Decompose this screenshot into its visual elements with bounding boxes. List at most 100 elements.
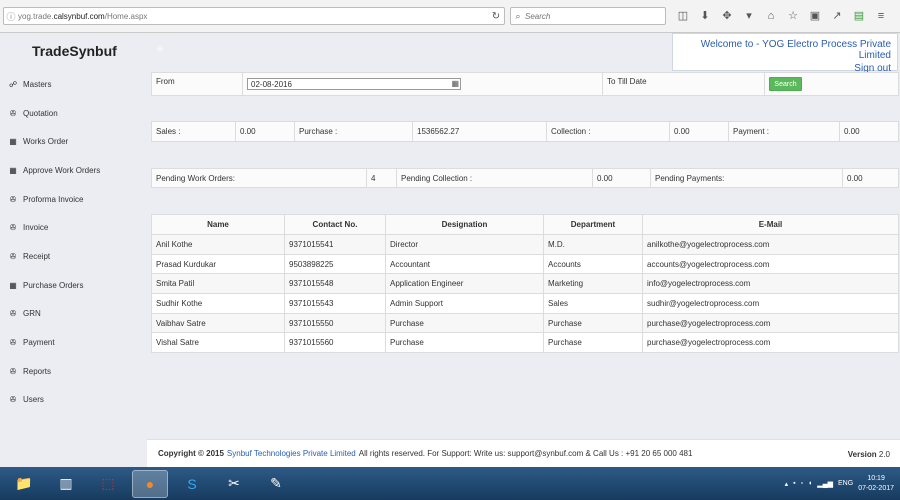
cell-department: Sales: [543, 293, 643, 314]
sales-value: 0.00: [236, 122, 295, 141]
contacts-table: Name Contact No. Designation Department …: [151, 214, 899, 354]
cell-department: Accounts: [543, 253, 643, 275]
header-name: Name: [151, 214, 285, 235]
search-button[interactable]: Search: [769, 77, 802, 91]
tray-app-icon[interactable]: ▪: [793, 480, 795, 487]
cell-contact: 9371015543: [284, 293, 386, 314]
pocket-icon[interactable]: ◫: [672, 8, 694, 24]
url-text[interactable]: yog.trade.calsynbuf.com/Home.aspx: [18, 12, 488, 21]
app-brand[interactable]: TradeSynbuf: [32, 43, 117, 59]
sidebar: TradeSynbuf ☍ Masters ✇ Quotation ▦ Works O…: [0, 33, 147, 467]
support-text: All rights reserved. For Support: Write …: [358, 449, 693, 458]
cell-department: Purchase: [543, 332, 643, 354]
cell-designation: Accountant: [385, 253, 544, 275]
cell-name: Vishal Satre: [151, 332, 285, 354]
browser-menu-icon[interactable]: ≡: [870, 8, 892, 24]
sidebar-item-approve-work-orders[interactable]: ▦ Approve Work Orders: [0, 156, 147, 185]
clock-date: 07-02-2017: [858, 484, 894, 492]
header-designation: Designation: [385, 214, 544, 235]
addon-icon[interactable]: ✥: [716, 8, 738, 24]
site-info-icon[interactable]: ⓘ: [4, 10, 18, 23]
from-date-input[interactable]: 02-08-2016 ▦: [247, 78, 461, 90]
download-icon[interactable]: ⬇: [694, 8, 716, 24]
cell-department: Purchase: [543, 312, 643, 334]
firefox-icon[interactable]: ●: [132, 469, 168, 498]
windows-taskbar: 📁 ▥ ⬚ ● S ✂ ✎ ▴ ▪ ▫ ◖ ▂▄▆ ENG 10:19 07-0…: [0, 467, 900, 500]
payment-icon: ✇: [9, 338, 17, 348]
tools-app-icon[interactable]: ✂: [216, 470, 252, 498]
sidebar-item-label: Approve Work Orders: [23, 165, 101, 175]
sap-app-icon[interactable]: ▥: [48, 470, 84, 498]
search-icon: ⌕: [515, 10, 521, 21]
clock-time: 10:19: [867, 474, 885, 482]
payment-value: 0.00: [844, 127, 860, 136]
welcome-panel: Welcome to - YOG Electro Process Private…: [672, 33, 898, 74]
pending-work-orders-value: 4: [367, 169, 397, 187]
clock[interactable]: 10:19 07-02-2017: [858, 474, 894, 494]
sidebar-item-label: Masters: [23, 79, 52, 89]
sidebar-item-quotation[interactable]: ✇ Quotation: [0, 99, 147, 128]
system-tray: ▴ ▪ ▫ ◖ ▂▄▆ ENG 10:19 07-02-2017: [785, 467, 894, 500]
table-row: Smita Patil 9371015548 Application Engin…: [151, 273, 899, 295]
purchase-orders-icon: ▦: [9, 280, 17, 290]
cell-contact: 9371015560: [284, 332, 386, 354]
table-row: Sudhir Kothe 9371015543 Admin Support Sa…: [151, 293, 899, 314]
quotation-icon: ✇: [9, 108, 17, 118]
language-indicator[interactable]: ENG: [838, 480, 853, 487]
summary-bar: Sales : 0.00 Purchase : 1536562.27 Colle…: [151, 121, 899, 142]
paint-app-icon[interactable]: ✎: [258, 470, 294, 498]
address-bar[interactable]: ⓘ yog.trade.calsynbuf.com/Home.aspx ↻: [3, 7, 505, 25]
cell-email: anilkothe@yogelectroprocess.com: [642, 234, 899, 255]
sidebar-item-payment[interactable]: ✇ Payment: [0, 328, 147, 357]
sidebar-item-masters[interactable]: ☍ Masters: [0, 70, 147, 99]
browser-search-box[interactable]: ⌕: [510, 7, 666, 25]
clipboard-icon[interactable]: ▣: [804, 8, 826, 24]
sidebar-item-receipt[interactable]: ✇ Receipt: [0, 242, 147, 271]
masters-icon: ☍: [8, 79, 18, 89]
skype-icon[interactable]: S: [174, 470, 210, 498]
file-explorer-icon[interactable]: 📁: [6, 470, 42, 498]
cell-email: accounts@yogelectroprocess.com: [642, 253, 899, 275]
browser-search-input[interactable]: [525, 11, 655, 21]
table-row: Vaibhav Satre 9371015550 Purchase Purcha…: [151, 312, 899, 334]
home-icon[interactable]: ⌂: [760, 8, 782, 24]
invoice-icon: ✇: [9, 223, 17, 233]
pin-icon[interactable]: ↗: [826, 8, 848, 24]
sidebar-item-label: Payment: [23, 338, 55, 348]
sidebar-item-invoice[interactable]: ✇ Invoice: [0, 213, 147, 242]
sheet-icon[interactable]: ▤: [848, 8, 870, 24]
purchase-value: 1536562.27: [413, 122, 547, 141]
toolbar-icons: ◫ ⬇ ✥ ▾ ⌂ ☆ ▣ ↗ ▤ ≡: [672, 8, 892, 24]
dropdown-arrow-icon[interactable]: ▾: [738, 8, 760, 24]
cell-name: Anil Kothe: [151, 234, 285, 255]
pdf-reader-icon[interactable]: ⬚: [90, 470, 126, 498]
cell-designation: Director: [385, 234, 544, 255]
welcome-text: Welcome to - YOG Electro Process Private…: [700, 39, 891, 61]
volume-icon[interactable]: ◖: [808, 480, 812, 487]
sidebar-item-proforma-invoice[interactable]: ✇ Proforma Invoice: [0, 185, 147, 214]
pending-payments-value: 0.00: [847, 173, 863, 183]
sidebar-item-label: Invoice: [23, 223, 49, 233]
menu-toggle-icon[interactable]: ≡: [157, 44, 163, 55]
cell-email: info@yogelectroprocess.com: [642, 273, 899, 295]
company-link[interactable]: Synbuf Technologies Private Limited: [227, 449, 356, 458]
browser-toolbar: ⓘ yog.trade.calsynbuf.com/Home.aspx ↻ ⌕ …: [0, 0, 900, 33]
version-info: Version 2.0: [848, 450, 890, 459]
calendar-icon[interactable]: ▦: [451, 79, 459, 88]
sidebar-item-reports[interactable]: ✇ Reports: [0, 357, 147, 386]
bookmark-star-icon[interactable]: ☆: [782, 8, 804, 24]
tray-app-icon-2[interactable]: ▫: [801, 480, 803, 487]
tray-arrow-icon[interactable]: ▴: [785, 480, 789, 488]
sidebar-item-works-order[interactable]: ▦ Works Order: [0, 127, 147, 156]
reload-icon[interactable]: ↻: [488, 11, 504, 22]
version-value: 2.0: [878, 450, 890, 459]
network-signal-icon[interactable]: ▂▄▆: [817, 480, 833, 488]
sidebar-item-users[interactable]: ✇ Users: [0, 386, 147, 415]
works-order-icon: ▦: [9, 137, 17, 147]
sidebar-item-purchase-orders[interactable]: ▦ Purchase Orders: [0, 271, 147, 300]
receipt-icon: ✇: [9, 251, 17, 261]
page-footer: Copyright © 2015 Synbuf Technologies Pri…: [147, 439, 900, 467]
table-row: Prasad Kurdukar 9503898225 Accountant Ac…: [151, 253, 899, 275]
sidebar-item-grn[interactable]: ✇ GRN: [0, 300, 147, 329]
cell-contact: 9503898225: [284, 253, 386, 275]
